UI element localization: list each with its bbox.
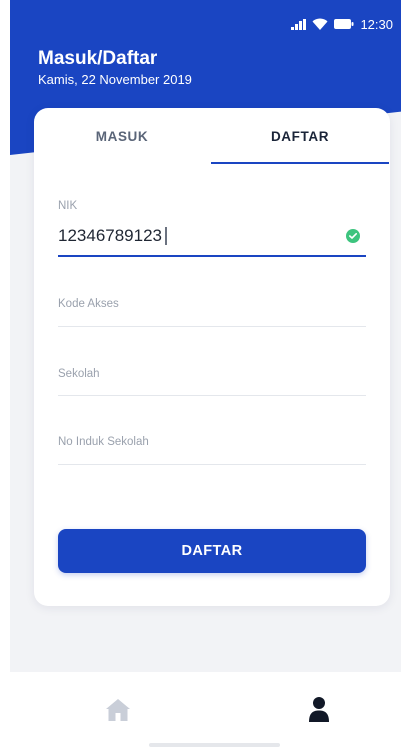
status-time: 12:30 bbox=[360, 16, 393, 32]
active-tab-indicator bbox=[211, 162, 389, 164]
home-icon bbox=[106, 699, 130, 721]
nik-value: 12346789123 bbox=[58, 226, 163, 245]
page-title: Masuk/Daftar bbox=[38, 48, 158, 69]
nik-input[interactable]: 12346789123 bbox=[58, 226, 167, 246]
no-induk-underline bbox=[58, 464, 366, 465]
auth-tabs: MASUK DAFTAR bbox=[34, 108, 390, 164]
kode-akses-underline bbox=[58, 326, 366, 327]
bottom-nav bbox=[10, 672, 401, 749]
page-date: Kamis, 22 November 2019 bbox=[38, 72, 192, 87]
nav-profile[interactable] bbox=[307, 696, 331, 722]
text-caret bbox=[165, 227, 167, 245]
kode-akses-input[interactable]: Kode Akses bbox=[58, 298, 119, 310]
check-circle-icon bbox=[346, 229, 360, 243]
tab-masuk[interactable]: MASUK bbox=[47, 108, 197, 164]
nik-underline bbox=[58, 255, 366, 257]
auth-card: MASUK DAFTAR NIK 12346789123 Kode Akses … bbox=[34, 108, 390, 606]
sekolah-underline bbox=[58, 395, 366, 396]
nav-home[interactable] bbox=[105, 698, 131, 722]
signal-icon bbox=[291, 18, 307, 30]
nik-label: NIK bbox=[58, 200, 78, 212]
no-induk-input[interactable]: No Induk Sekolah bbox=[58, 436, 149, 448]
home-indicator bbox=[149, 743, 280, 747]
daftar-button[interactable]: DAFTAR bbox=[58, 529, 366, 573]
sekolah-input[interactable]: Sekolah bbox=[58, 368, 100, 380]
status-bar: 12:30 bbox=[291, 16, 393, 32]
profile-icon bbox=[309, 697, 329, 722]
battery-icon bbox=[334, 19, 354, 29]
tab-daftar[interactable]: DAFTAR bbox=[211, 108, 389, 164]
wifi-icon bbox=[312, 18, 328, 30]
